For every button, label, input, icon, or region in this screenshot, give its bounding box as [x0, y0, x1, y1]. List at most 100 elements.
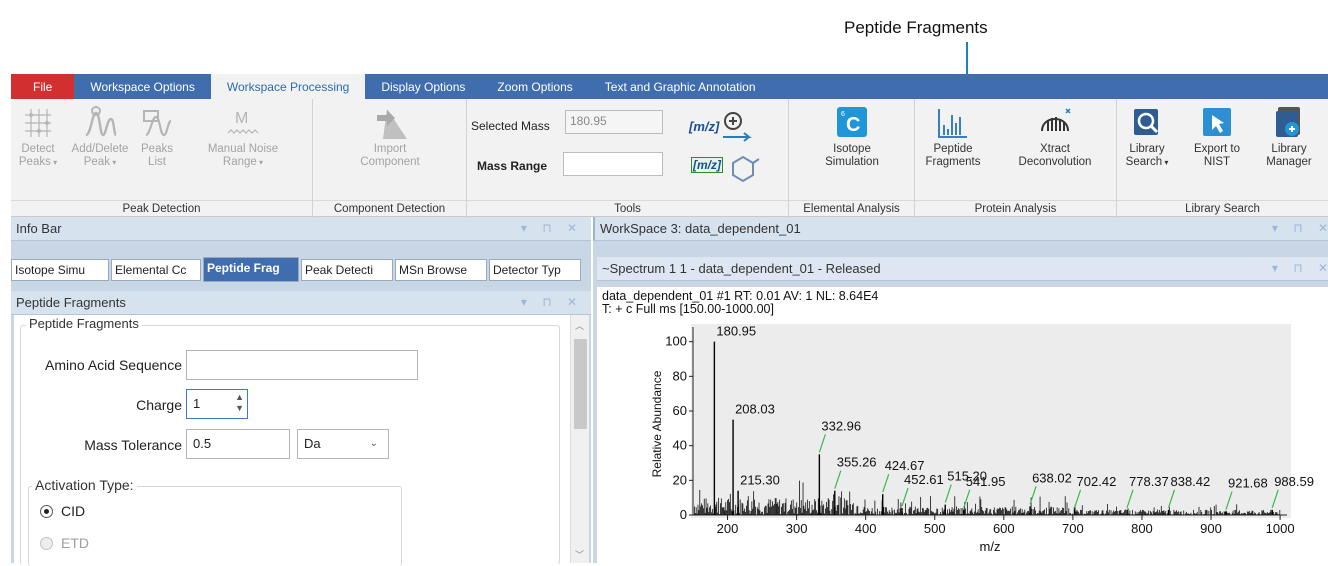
peptide-fragments-panel-title: Peptide Fragments — [16, 295, 126, 310]
y-axis-label: Relative Abundance — [650, 370, 664, 477]
tab-msn-browser[interactable]: MSn Browse — [395, 259, 487, 281]
tab-peptide-fragments[interactable]: Peptide Frag — [203, 257, 299, 282]
export-nist-label-1: Export to — [1193, 143, 1241, 155]
peak-label-leader — [1225, 491, 1233, 510]
y-tick-label: 20 — [673, 472, 687, 487]
scroll-down-icon[interactable]: ﹀ — [575, 548, 584, 561]
manual-noise-range-button[interactable]: M Manual Noise Range — [193, 105, 293, 169]
zoom-spectrum-icon[interactable] — [719, 109, 757, 143]
peptide-fragments-group-title: Peptide Fragments — [26, 316, 142, 331]
xtract-label-1: Xtract — [1039, 143, 1071, 155]
tab-display-options[interactable]: Display Options — [365, 74, 481, 99]
tolerance-unit-value: Da — [304, 436, 321, 451]
peptide-fragments-button[interactable]: Peptide Fragments — [919, 105, 987, 169]
tab-workspace-processing[interactable]: Workspace Processing — [210, 74, 366, 99]
add-delete-peak-button[interactable]: Add/Delete Peak — [71, 105, 129, 169]
spectrum-title: ~Spectrum 1 1 - data_dependent_01 - Rele… — [602, 261, 881, 276]
etd-radio[interactable]: ETD — [40, 535, 89, 551]
peptide-fragments-title-bar: Peptide Fragments ▾ ⊓ ✕ — [11, 291, 591, 315]
isotope-c-icon: C6 — [837, 107, 867, 137]
library-manager-button[interactable]: Library Manager — [1257, 105, 1321, 169]
group-library-search: Library Search Export to NIST Library Ma… — [1117, 99, 1328, 217]
peak-label: 838.42 — [1170, 474, 1210, 489]
peak-label: 921.68 — [1228, 476, 1268, 491]
peptide-fragments-label-1: Peptide — [933, 143, 973, 155]
activation-type-label: Activation Type: — [32, 477, 137, 493]
charge-stepper[interactable]: 1 ▲ ▼ — [186, 389, 248, 419]
group-label-library-search: Library Search — [1117, 200, 1328, 217]
peak-label: 702.42 — [1077, 474, 1117, 489]
tolerance-unit-select[interactable]: Da ⌄ — [297, 429, 389, 459]
export-nist-icon — [1203, 108, 1231, 136]
export-to-nist-button[interactable]: Export to NIST — [1187, 105, 1247, 169]
x-tick-label: 800 — [1131, 521, 1153, 536]
mass-tolerance-label: Mass Tolerance — [84, 437, 182, 453]
peak-label-leader — [1126, 489, 1134, 508]
structure-icon[interactable] — [727, 149, 763, 183]
peak-label: 424.67 — [885, 458, 925, 473]
panel-controls-icon[interactable]: ▾ ⊓ ✕ — [1272, 221, 1328, 235]
mz-button[interactable]: [m/z] — [689, 119, 719, 134]
y-tick-label: 100 — [665, 334, 687, 349]
spin-arrows-icon[interactable]: ▲ ▼ — [235, 392, 244, 414]
peaks-list-button[interactable]: Peaks List — [135, 105, 179, 169]
tab-peak-detection[interactable]: Peak Detecti — [301, 259, 393, 281]
group-tools: Selected Mass 180.95 Mass Range [m/z] [m… — [467, 99, 789, 217]
tab-file[interactable]: File — [11, 74, 75, 99]
x-tick-label: 700 — [1062, 521, 1084, 536]
peak-label: 452.61 — [904, 472, 944, 487]
scroll-up-icon[interactable]: ︿ — [575, 319, 584, 332]
mass-spectrum-chart[interactable]: 200 300 400 500 600 700 800 900 1000 0 20 40 60 80 100… — [597, 287, 1328, 563]
import-component-button[interactable]: Import Component — [343, 105, 437, 169]
mass-range-input[interactable] — [563, 152, 663, 176]
spectrum-title-bar: ~Spectrum 1 1 - data_dependent_01 - Rele… — [597, 257, 1328, 281]
workspace-panel: WorkSpace 3: data_dependent_01 ▾ ⊓ ✕ ~Sp… — [593, 217, 1328, 563]
peak-label-leader — [818, 434, 826, 453]
library-search-label-2: Search — [1126, 156, 1169, 168]
peak-label: 208.03 — [735, 402, 775, 417]
peak-label: 541.95 — [966, 474, 1006, 489]
panel-controls-icon[interactable]: ▾ ⊓ ✕ — [1272, 261, 1328, 275]
xtract-deconvolution-button[interactable]: Xtract Deconvolution — [1007, 105, 1103, 169]
peaks-list-icon — [143, 110, 172, 137]
mass-tolerance-input[interactable]: 0.5 — [186, 429, 290, 459]
group-label-protein-analysis: Protein Analysis — [915, 200, 1116, 217]
x-tick-label: 500 — [924, 521, 946, 536]
peptide-fragments-body: Peptide Fragments Amino Acid Sequence Ch… — [14, 315, 570, 566]
mz-range-button[interactable]: [m/z] — [691, 157, 723, 173]
svg-text:M: M — [235, 110, 248, 127]
y-tick-label: 0 — [680, 507, 687, 522]
amino-acid-sequence-input[interactable] — [186, 350, 418, 380]
add-delete-peak-label-2: Peak — [84, 156, 116, 168]
cid-radio[interactable]: CID — [40, 503, 85, 519]
mass-range-label: Mass Range — [477, 159, 548, 173]
panel-controls-icon[interactable]: ▾ ⊓ ✕ — [521, 295, 583, 309]
library-search-button[interactable]: Library Search — [1119, 105, 1175, 169]
x-tick-label: 600 — [993, 521, 1015, 536]
tab-detector-type[interactable]: Detector Typ — [489, 259, 581, 281]
library-search-icon — [1134, 109, 1159, 135]
tab-zoom-options[interactable]: Zoom Options — [481, 74, 588, 99]
tab-elemental-composition[interactable]: Elemental Cc — [111, 259, 201, 281]
grid-peaks-icon — [25, 109, 51, 137]
vertical-scrollbar[interactable]: ︿ ﹀ — [570, 315, 589, 563]
scrollbar-thumb[interactable] — [574, 339, 587, 429]
x-tick-label: 200 — [717, 521, 739, 536]
detect-peaks-button[interactable]: Detect Peaks — [15, 105, 61, 169]
tab-workspace-options[interactable]: Workspace Options — [74, 74, 211, 99]
xtract-icon — [1041, 108, 1071, 132]
selected-mass-input[interactable]: 180.95 — [565, 110, 663, 134]
panel-controls-icon[interactable]: ▾ ⊓ ✕ — [521, 221, 583, 235]
peak-label-leader — [1029, 486, 1037, 505]
info-bar-title: Info Bar — [16, 221, 62, 236]
tab-text-graphic-annotation[interactable]: Text and Graphic Annotation — [589, 74, 772, 99]
xtract-label-2: Deconvolution — [1018, 156, 1092, 168]
tab-isotope-simulation[interactable]: Isotope Simu — [11, 259, 109, 281]
amino-acid-sequence-label: Amino Acid Sequence — [45, 357, 182, 373]
spectrum-view[interactable]: data_dependent_01 #1 RT: 0.01 AV: 1 NL: … — [597, 287, 1328, 563]
peak-label-leader — [963, 489, 971, 508]
x-axis-label: m/z — [980, 539, 1001, 554]
noise-range-icon: M — [227, 110, 259, 134]
isotope-simulation-button[interactable]: C6 Isotope Simulation — [807, 105, 897, 169]
info-bar-panel: Info Bar ▾ ⊓ ✕ Isotope Simu Elemental Cc… — [11, 217, 591, 566]
